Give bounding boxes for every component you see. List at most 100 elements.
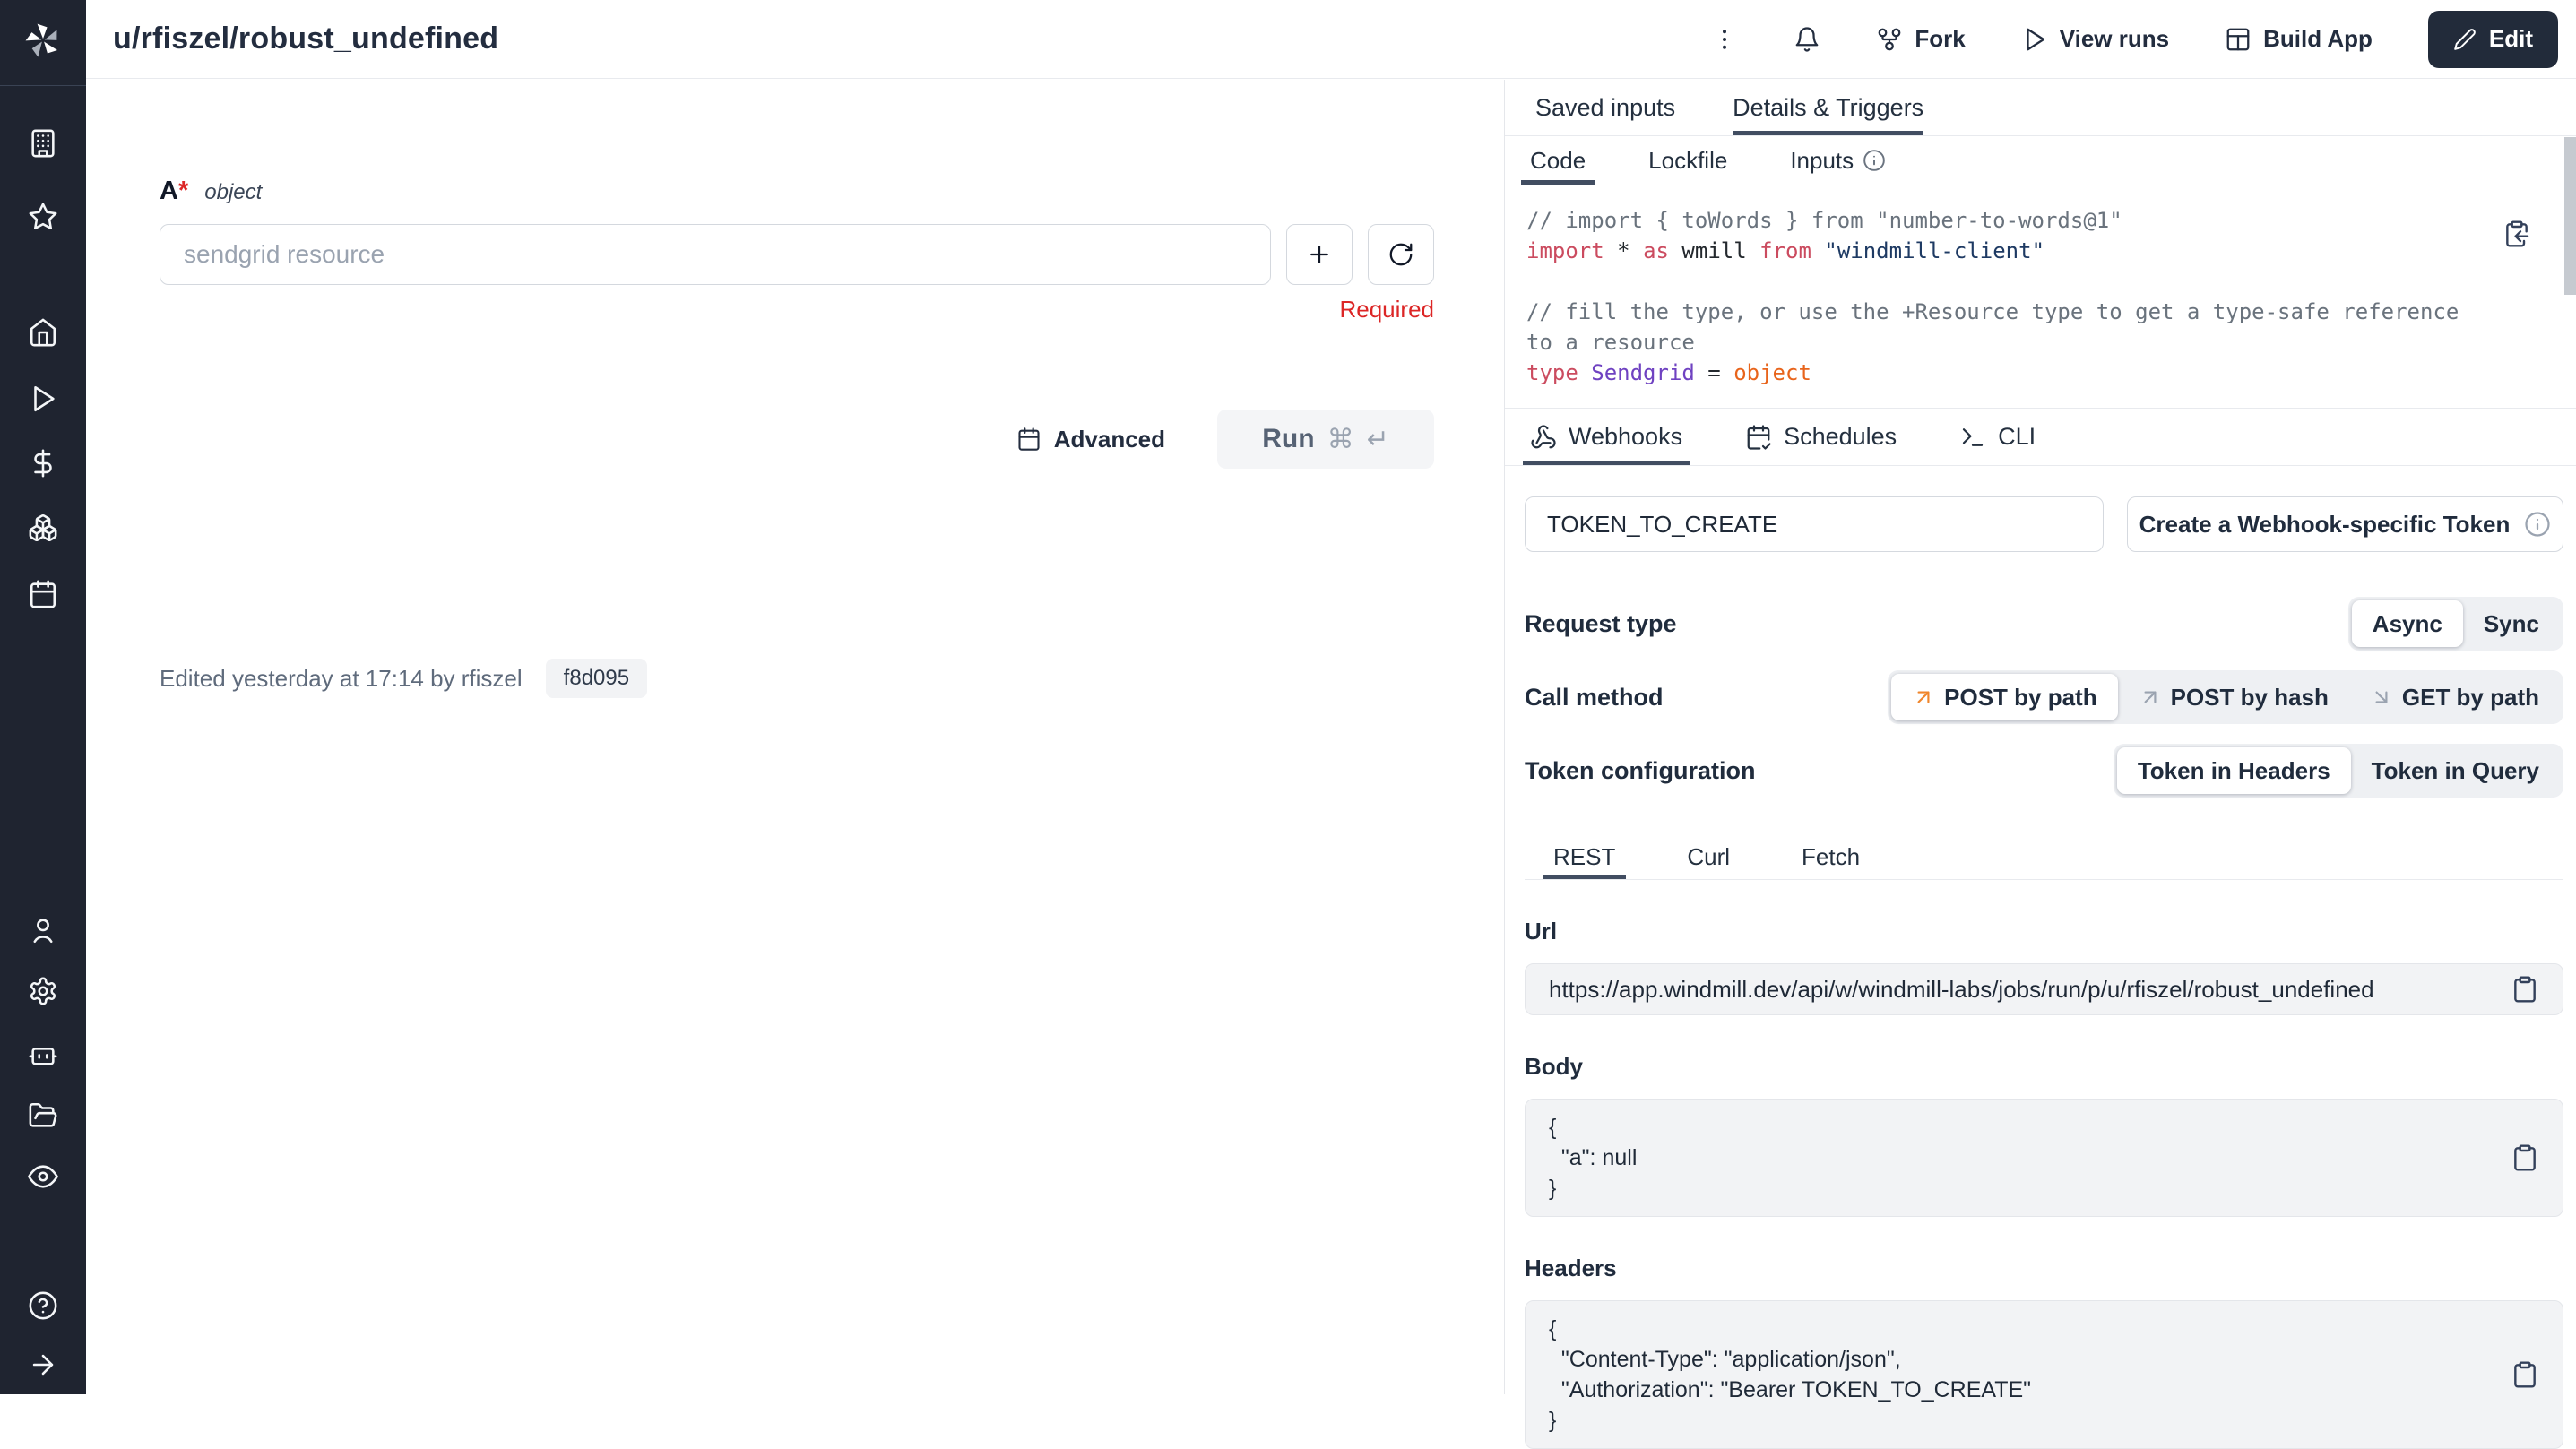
required-asterisk: * [178,177,188,206]
create-webhook-token-label: Create a Webhook-specific Token [2139,511,2511,539]
tab-rest[interactable]: REST [1543,835,1626,879]
tab-inputs[interactable]: Inputs [1781,136,1895,185]
advanced-button[interactable]: Advanced [1016,426,1165,453]
tab-cli-label: CLI [1998,423,2036,451]
url-value: https://app.windmill.dev/api/w/windmill-… [1549,976,2511,1004]
request-type-label: Request type [1525,610,1677,638]
snippet-tabs: REST Curl Fetch [1525,835,2563,880]
sidebar-item-audit-logs eye-icon[interactable] [28,1161,58,1192]
edited-timestamp: Edited yesterday at 17:14 by rfiszel [160,665,523,693]
toggle-token-query[interactable]: Token in Query [2351,747,2560,794]
copy-url-button clipboard-icon[interactable] [2511,975,2539,1004]
tab-cli[interactable]: CLI [1952,409,2043,465]
url-label: Url [1525,918,2563,945]
calendar-check-icon [1745,424,1772,451]
tab-schedules[interactable]: Schedules [1738,409,1904,465]
tab-curl[interactable]: Curl [1676,835,1741,879]
info-icon [1863,149,1886,172]
cmd-shortcut-icon: ⌘ [1327,424,1354,455]
run-button[interactable]: Run ⌘ ↵ [1217,410,1434,469]
page-title: u/rfiszel/robust_undefined [113,22,498,56]
webhook-icon [1530,424,1557,451]
advanced-label: Advanced [1054,426,1165,453]
toggle-post-by-hash-label: POST by hash [2171,684,2329,712]
copy-body-button clipboard-icon[interactable] [2511,1143,2539,1172]
sidebar-item-settings gear-icon[interactable] [28,976,58,1006]
token-input[interactable] [1525,496,2104,552]
sidebar-item-users user-icon[interactable] [28,915,58,945]
tab-schedules-label: Schedules [1784,423,1897,451]
code-content: // import { toWords } from "number-to-wo… [1526,205,2477,388]
hash-badge[interactable]: f8d095 [546,659,647,698]
toggle-post-by-hash[interactable]: POST by hash [2118,674,2349,720]
object-input[interactable] [160,224,1271,285]
sidebar-item-favorites star-icon[interactable] [28,202,58,232]
headers-label: Headers [1525,1255,2563,1282]
sidebar-item-workspace building-icon[interactable] [28,128,58,159]
fork-button[interactable]: Fork [1876,25,1965,53]
sidebar-item-schedules calendar-icon[interactable] [28,579,58,609]
token-config-toggle: Token in Headers Token in Query [2114,744,2563,798]
token-config-label: Token configuration [1525,757,1756,785]
sidebar-item-workers bot-icon[interactable] [28,1039,58,1069]
sidebar-item-home home-icon[interactable] [28,317,58,348]
arrow-up-right-icon [1912,686,1935,709]
tab-saved-inputs[interactable]: Saved inputs [1535,80,1675,135]
panel-tabs: Saved inputs Details & Triggers [1505,80,2576,136]
sidebar-item-help help-icon[interactable] [28,1290,58,1321]
toggle-get-by-path-label: GET by path [2402,684,2539,712]
bell-icon[interactable] [1794,26,1820,53]
code-viewer[interactable]: // import { toWords } from "number-to-wo… [1505,185,2576,408]
toggle-get-by-path[interactable]: GET by path [2349,674,2560,720]
headers-value: { "Content-Type": "application/json", "A… [1549,1314,2511,1436]
panel-scrollbar[interactable] [2564,137,2576,295]
windmill-logo[interactable] [23,21,63,60]
url-box: https://app.windmill.dev/api/w/windmill-… [1525,963,2563,1015]
info-icon [2524,511,2551,538]
build-app-label: Build App [2263,25,2373,53]
sidebar [0,0,86,1394]
call-method-toggle: POST by path POST by hash GET by path [1888,670,2563,724]
body-label: Body [1525,1053,2563,1081]
toggle-token-headers[interactable]: Token in Headers [2117,747,2351,794]
arrow-down-right-icon [2370,686,2393,709]
terminal-icon [1959,424,1986,451]
sidebar-item-variables dollar-icon[interactable] [28,448,58,479]
refresh-button[interactable] [1368,224,1434,285]
sidebar-divider [0,85,86,86]
body-value: { "a": null} [1549,1112,2511,1203]
tab-fetch[interactable]: Fetch [1791,835,1871,879]
body-box: { "a": null} [1525,1099,2563,1217]
edit-button[interactable]: Edit [2428,11,2558,68]
view-runs-button[interactable]: View runs [2021,25,2169,53]
add-button[interactable] [1286,224,1353,285]
build-app-button[interactable]: Build App [2225,25,2373,53]
tab-inputs-label: Inputs [1790,147,1854,175]
topbar-actions: Fork View runs Build App Edit [1711,11,2558,68]
tab-lockfile[interactable]: Lockfile [1639,136,1736,185]
sidebar-item-folders folder-open-icon[interactable] [28,1100,58,1131]
create-webhook-token-button[interactable]: Create a Webhook-specific Token [2127,496,2563,552]
toggle-post-by-path[interactable]: POST by path [1891,674,2117,720]
sidebar-expand arrow-right-icon[interactable] [28,1350,58,1380]
sidebar-item-resources boxes-icon[interactable] [28,513,58,543]
view-runs-label: View runs [2060,25,2169,53]
copy-headers-button clipboard-icon[interactable] [2511,1360,2539,1389]
fork-label: Fork [1915,25,1965,53]
toggle-async[interactable]: Async [2352,600,2463,647]
sidebar-item-runs play-icon[interactable] [28,384,58,414]
field-name: A [160,177,178,206]
tab-code[interactable]: Code [1521,136,1595,185]
code-tabs: Code Lockfile Inputs [1505,136,2576,185]
calendar-icon [1016,427,1042,452]
toggle-sync[interactable]: Sync [2463,600,2560,647]
arrow-up-right-icon [2139,686,2162,709]
trigger-tabs: Webhooks Schedules CLI [1505,408,2576,466]
details-panel: Saved inputs Details & Triggers Code Loc… [1504,80,2576,1394]
enter-shortcut-icon: ↵ [1367,424,1389,455]
tab-details-triggers[interactable]: Details & Triggers [1733,80,1923,135]
kebab-menu-icon[interactable] [1711,26,1738,53]
main-content: A * object Required Advance [86,80,1504,1394]
copy-code-button clipboard-copy-icon[interactable] [2503,220,2531,248]
tab-webhooks[interactable]: Webhooks [1523,409,1690,465]
